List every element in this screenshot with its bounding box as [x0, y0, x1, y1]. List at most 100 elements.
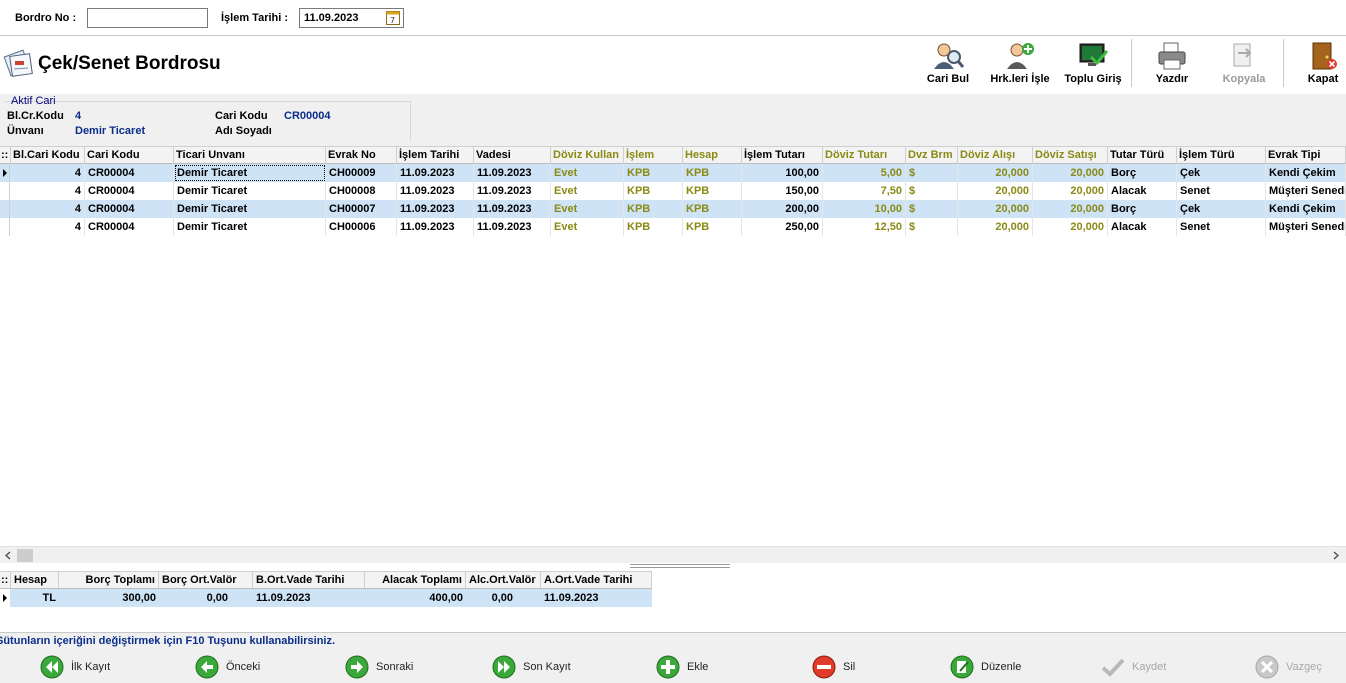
- sum-cell-borc-ort-valor[interactable]: 0,00: [159, 589, 231, 607]
- cell-cari-kodu[interactable]: CR00004: [85, 200, 174, 218]
- cell-doviz-alisi[interactable]: 20,000: [958, 218, 1033, 236]
- col-header-bl-cari-kodu[interactable]: Bl.Cari Kodu: [11, 146, 85, 164]
- col-header-doviz-kullan[interactable]: Döviz Kullan: [551, 146, 624, 164]
- cell-tutar-turu[interactable]: Borç: [1108, 200, 1177, 218]
- table-row[interactable]: 4 CR00004 Demir Ticaret CH00009 11.09.20…: [0, 164, 1346, 182]
- cell-doviz-tutari[interactable]: 5,00: [823, 164, 906, 182]
- cell-doviz-kullan[interactable]: Evet: [551, 164, 624, 182]
- cell-islem[interactable]: KPB: [624, 218, 683, 236]
- sum-cell-hesap[interactable]: TL: [11, 589, 59, 607]
- cell-dvz-brm[interactable]: $: [906, 164, 958, 182]
- sum-header-alacak-toplami[interactable]: Alacak Toplamı: [365, 571, 466, 589]
- sum-header-hesap[interactable]: Hesap: [11, 571, 59, 589]
- cell-islem-turu[interactable]: Senet: [1177, 182, 1266, 200]
- cell-evrak-tipi[interactable]: Müşteri Senedi: [1266, 218, 1346, 236]
- cell-evrak-tipi[interactable]: Kendi Çekim: [1266, 200, 1346, 218]
- bordro-no-input[interactable]: [87, 8, 208, 28]
- col-header-doviz-satisi[interactable]: Döviz Satışı: [1033, 146, 1108, 164]
- cell-tutar-turu[interactable]: Alacak: [1108, 218, 1177, 236]
- cell-islem-tarihi[interactable]: 11.09.2023: [397, 218, 474, 236]
- cell-doviz-kullan[interactable]: Evet: [551, 200, 624, 218]
- sum-header-borc-toplami[interactable]: Borç Toplamı: [59, 571, 159, 589]
- col-header-vadesi[interactable]: Vadesi: [474, 146, 551, 164]
- calendar-icon[interactable]: 7: [386, 10, 400, 25]
- cell-islem-tutari[interactable]: 150,00: [742, 182, 823, 200]
- cell-doviz-kullan[interactable]: Evet: [551, 182, 624, 200]
- cell-doviz-tutari[interactable]: 7,50: [823, 182, 906, 200]
- cell-islem-turu[interactable]: Çek: [1177, 164, 1266, 182]
- cell-dvz-brm[interactable]: $: [906, 182, 958, 200]
- cell-doviz-alisi[interactable]: 20,000: [958, 164, 1033, 182]
- cell-hesap[interactable]: KPB: [683, 200, 742, 218]
- onceki-button[interactable]: Önceki: [195, 654, 260, 680]
- yazdir-button[interactable]: Yazdır: [1150, 41, 1194, 93]
- cell-evrak-no[interactable]: CH00006: [326, 218, 397, 236]
- vazgec-button[interactable]: Vazgeç: [1255, 654, 1322, 680]
- cell-doviz-satisi[interactable]: 20,000: [1033, 182, 1108, 200]
- cell-bl-cari-kodu[interactable]: 4: [11, 182, 85, 200]
- table-row[interactable]: 4 CR00004 Demir Ticaret CH00007 11.09.20…: [0, 200, 1346, 218]
- summary-row[interactable]: TL 300,00 0,00 11.09.2023 400,00 0,00 11…: [10, 589, 652, 607]
- cell-bl-cari-kodu[interactable]: 4: [11, 200, 85, 218]
- cell-hesap[interactable]: KPB: [683, 164, 742, 182]
- cell-dvz-brm[interactable]: $: [906, 200, 958, 218]
- cell-ticari-unvani[interactable]: Demir Ticaret: [174, 182, 326, 200]
- sum-cell-alacak-toplami[interactable]: 400,00: [365, 589, 466, 607]
- cell-cari-kodu[interactable]: CR00004: [85, 218, 174, 236]
- cell-doviz-alisi[interactable]: 20,000: [958, 200, 1033, 218]
- cell-cari-kodu[interactable]: CR00004: [85, 182, 174, 200]
- col-header-islem-turu[interactable]: İşlem Türü: [1177, 146, 1266, 164]
- cell-islem-tarihi[interactable]: 11.09.2023: [397, 164, 474, 182]
- kaydet-button[interactable]: Kaydet: [1101, 654, 1166, 680]
- sum-cell-borc-toplami[interactable]: 300,00: [59, 589, 159, 607]
- col-header-cari-kodu[interactable]: Cari Kodu: [85, 146, 174, 164]
- sum-cell-alc-ort-valor[interactable]: 0,00: [466, 589, 516, 607]
- scroll-right-icon[interactable]: [1332, 551, 1340, 560]
- cell-islem[interactable]: KPB: [624, 164, 683, 182]
- kapat-button[interactable]: Kapat: [1303, 41, 1343, 93]
- cell-islem-tarihi[interactable]: 11.09.2023: [397, 182, 474, 200]
- sum-cell-a-ort-vade[interactable]: 11.09.2023: [541, 589, 652, 607]
- cell-vadesi[interactable]: 11.09.2023: [474, 164, 551, 182]
- cell-dvz-brm[interactable]: $: [906, 218, 958, 236]
- col-header-hesap[interactable]: Hesap: [683, 146, 742, 164]
- cell-ticari-unvani[interactable]: Demir Ticaret: [174, 218, 326, 236]
- cell-doviz-tutari[interactable]: 12,50: [823, 218, 906, 236]
- sum-header-b-ort-vade[interactable]: B.Ort.Vade Tarihi: [253, 571, 365, 589]
- col-header-tutar-turu[interactable]: Tutar Türü: [1108, 146, 1177, 164]
- grid-corner[interactable]: ::: [0, 146, 11, 164]
- cell-doviz-alisi[interactable]: 20,000: [958, 182, 1033, 200]
- col-header-doviz-tutari[interactable]: Döviz Tutarı: [823, 146, 906, 164]
- sonraki-button[interactable]: Sonraki: [345, 654, 413, 680]
- sil-button[interactable]: Sil: [812, 654, 855, 680]
- col-header-evrak-tipi[interactable]: Evrak Tipi: [1266, 146, 1346, 164]
- sum-header-alc-ort-valor[interactable]: Alc.Ort.Valör: [466, 571, 541, 589]
- ilk-kayit-button[interactable]: İlk Kayıt: [40, 654, 110, 680]
- scrollbar-thumb[interactable]: [17, 549, 33, 562]
- cell-ticari-unvani[interactable]: Demir Ticaret: [174, 200, 326, 218]
- cari-bul-button[interactable]: Cari Bul: [924, 41, 972, 93]
- cell-vadesi[interactable]: 11.09.2023: [474, 182, 551, 200]
- son-kayit-button[interactable]: Son Kayıt: [492, 654, 571, 680]
- duzenle-button[interactable]: Düzenle: [950, 654, 1021, 680]
- hrk-isle-button[interactable]: Hrk.leri İşle: [986, 41, 1054, 93]
- cell-islem-tutari[interactable]: 100,00: [742, 164, 823, 182]
- cell-tutar-turu[interactable]: Borç: [1108, 164, 1177, 182]
- cell-vadesi[interactable]: 11.09.2023: [474, 218, 551, 236]
- cell-vadesi[interactable]: 11.09.2023: [474, 200, 551, 218]
- cell-evrak-no[interactable]: CH00009: [326, 164, 397, 182]
- cell-bl-cari-kodu[interactable]: 4: [11, 218, 85, 236]
- horizontal-scrollbar[interactable]: [0, 546, 1346, 563]
- cell-ticari-unvani[interactable]: Demir Ticaret: [174, 164, 326, 182]
- scroll-left-icon[interactable]: [4, 551, 12, 560]
- cell-islem[interactable]: KPB: [624, 200, 683, 218]
- kopyala-button[interactable]: Kopyala: [1218, 41, 1270, 93]
- col-header-doviz-alisi[interactable]: Döviz Alışı: [958, 146, 1033, 164]
- cell-hesap[interactable]: KPB: [683, 182, 742, 200]
- cell-evrak-tipi[interactable]: Kendi Çekim: [1266, 164, 1346, 182]
- col-header-ticari-unvani[interactable]: Ticari Unvanı: [174, 146, 326, 164]
- cell-hesap[interactable]: KPB: [683, 218, 742, 236]
- cell-islem-tarihi[interactable]: 11.09.2023: [397, 200, 474, 218]
- ekle-button[interactable]: Ekle: [656, 654, 708, 680]
- table-row[interactable]: 4 CR00004 Demir Ticaret CH00006 11.09.20…: [0, 218, 1346, 236]
